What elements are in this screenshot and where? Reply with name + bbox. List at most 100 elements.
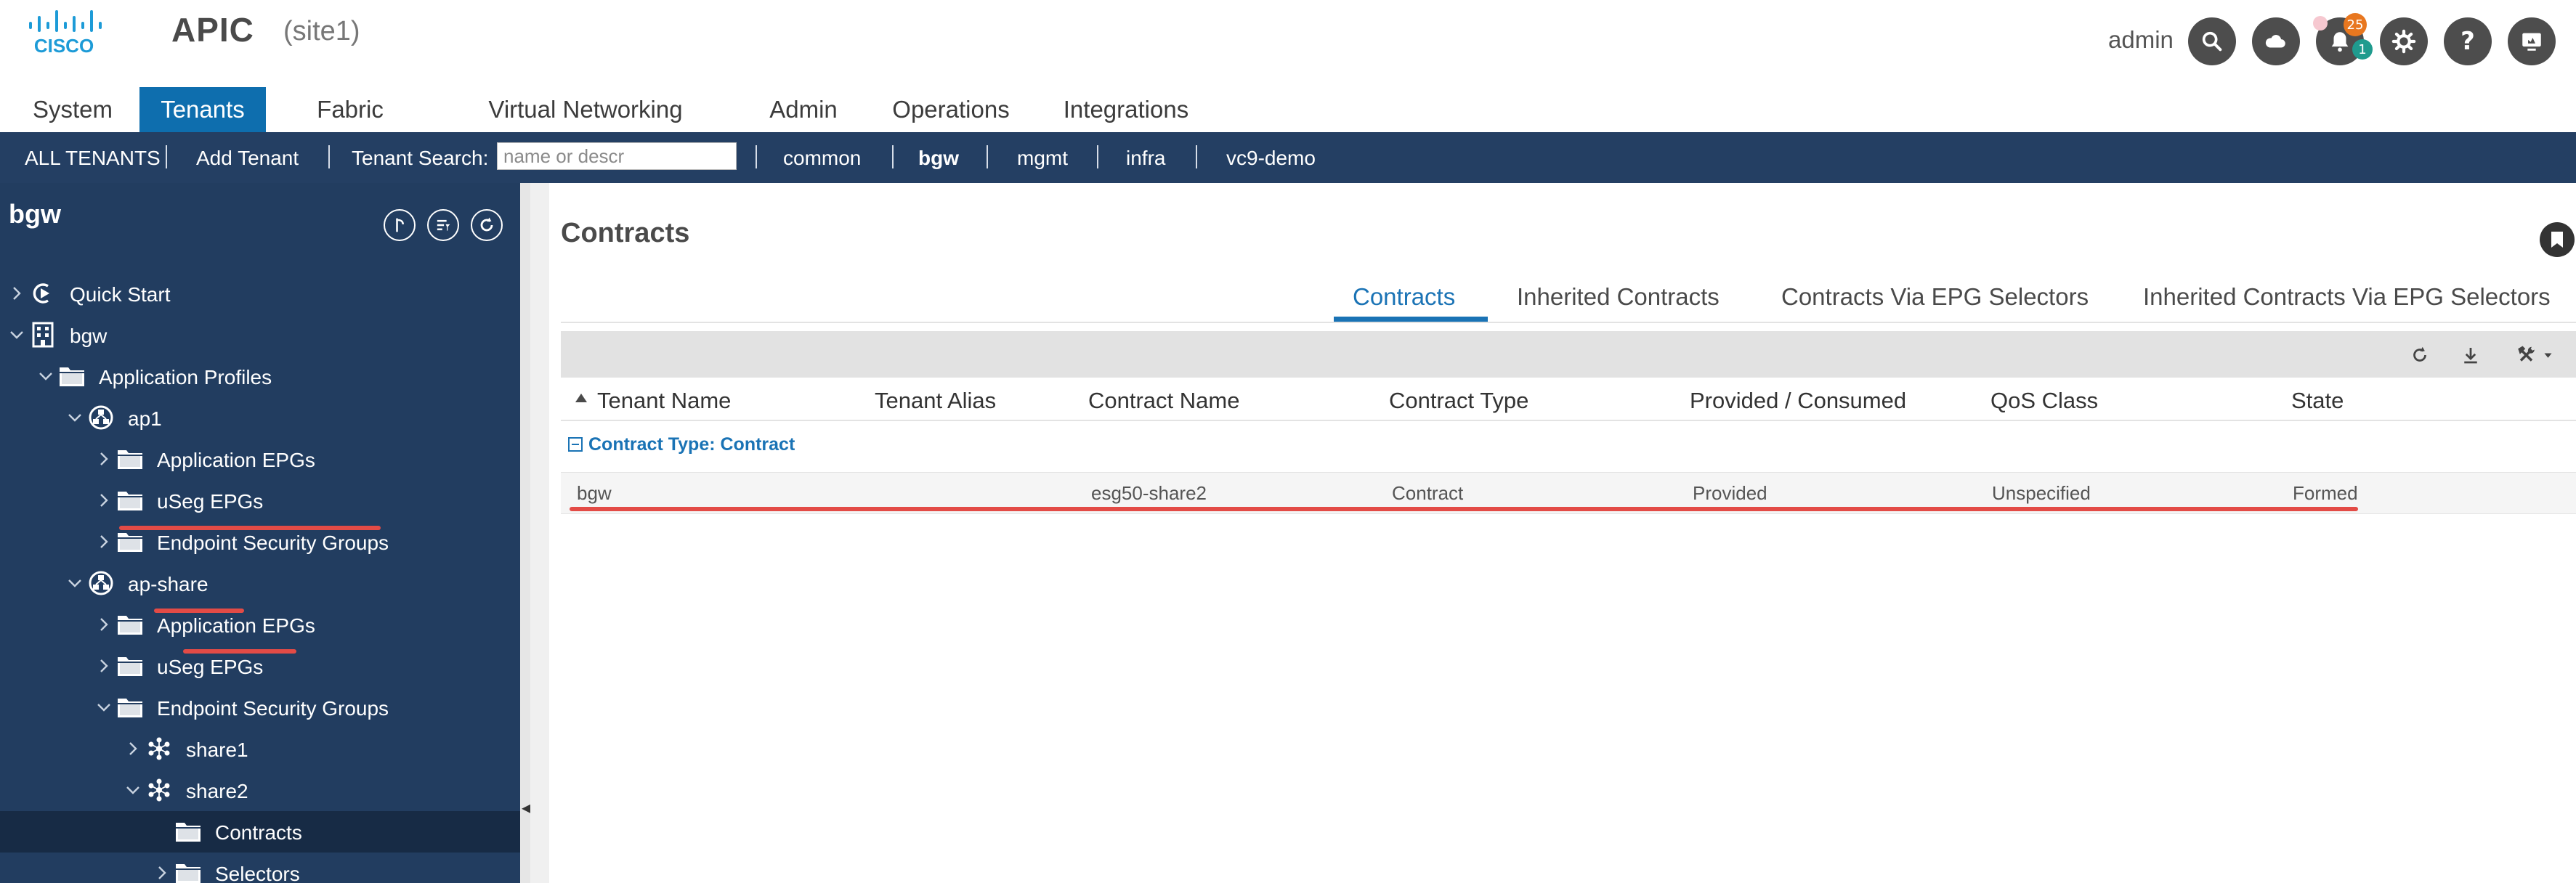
col-qos-class[interactable]: QoS Class	[1990, 388, 2098, 414]
alerts-count-badge: 25	[2344, 13, 2367, 36]
tree-item-endpoint-security-groups[interactable]: Endpoint Security Groups	[0, 687, 520, 728]
tenant-link-bgw[interactable]: bgw	[918, 147, 959, 170]
site-name: (site1)	[283, 16, 360, 46]
chevron-down-icon[interactable]	[96, 697, 112, 713]
tree-item-application-profiles[interactable]: Application Profiles	[0, 356, 520, 397]
tools-menu-icon[interactable]	[2515, 344, 2556, 366]
col-tenant-name[interactable]: Tenant Name	[597, 388, 731, 414]
chevron-down-icon[interactable]	[9, 325, 25, 341]
tree-item-selectors[interactable]: Selectors	[0, 853, 520, 883]
navigation-sidebar: bgw Quick Start bgw Application Profiles ap…	[0, 183, 520, 883]
app-header: CISCO APIC (site1) admin 25 1 ? System T…	[0, 0, 2576, 132]
tree-item-label: Application EPGs	[157, 449, 315, 471]
chevron-down-icon[interactable]	[67, 407, 83, 423]
tenant-link-infra[interactable]: infra	[1126, 147, 1165, 170]
tab-operations[interactable]: Operations	[882, 87, 1020, 132]
tree-item-ap-share[interactable]: ap-share	[0, 563, 520, 604]
sort-ascending-icon[interactable]	[575, 394, 587, 402]
download-icon[interactable]	[2460, 344, 2482, 366]
tree-item-label: uSeg EPGs	[157, 490, 264, 513]
folder-icon	[174, 860, 202, 883]
tab-divider	[561, 322, 2576, 323]
tenant-link-mgmt[interactable]: mgmt	[1017, 147, 1068, 170]
all-tenants-link[interactable]: ALL TENANTS	[25, 147, 161, 170]
tenant-subnav: ALL TENANTS Add Tenant Tenant Search: co…	[0, 132, 2576, 183]
tab-virtual-networking[interactable]: Virtual Networking	[472, 87, 699, 132]
display-button[interactable]	[2508, 17, 2556, 65]
chevron-right-icon[interactable]	[125, 738, 141, 755]
col-provided-consumed[interactable]: Provided / Consumed	[1690, 388, 1906, 414]
chevron-down-icon[interactable]	[38, 366, 54, 382]
tree-item-label: Contracts	[215, 821, 302, 844]
chevron-right-icon[interactable]	[96, 490, 112, 507]
cloud-button[interactable]	[2252, 17, 2300, 65]
chevron-right-icon[interactable]	[154, 863, 170, 879]
col-tenant-alias[interactable]: Tenant Alias	[875, 388, 996, 414]
tree-item-label: Application Profiles	[99, 366, 272, 388]
folder-icon	[58, 363, 86, 389]
display-icon	[2522, 33, 2541, 51]
tree-item-label: bgw	[70, 325, 108, 347]
tree-item-label: Application EPGs	[157, 614, 315, 637]
tree-item-bgw[interactable]: bgw	[0, 314, 520, 356]
search-icon	[2202, 31, 2222, 52]
chevron-right-icon[interactable]	[96, 532, 112, 548]
chevron-right-icon[interactable]	[9, 283, 25, 300]
tab-system[interactable]: System	[22, 87, 123, 132]
subnav-divider	[1196, 145, 1197, 168]
tab-integrations[interactable]: Integrations	[1053, 87, 1199, 132]
settings-button[interactable]	[2380, 17, 2428, 65]
search-button[interactable]	[2188, 17, 2236, 65]
chevron-right-icon[interactable]	[96, 614, 112, 631]
tree-item-application-epgs[interactable]: Application EPGs	[0, 439, 520, 480]
cell-state: Formed	[2293, 482, 2358, 504]
tab-fabric[interactable]: Fabric	[302, 87, 398, 132]
tree-item-quick-start[interactable]: Quick Start	[0, 273, 520, 314]
col-state[interactable]: State	[2291, 388, 2344, 414]
bookmark-button[interactable]	[2540, 222, 2575, 257]
folder-icon	[116, 487, 144, 513]
tenant-link-common[interactable]: common	[783, 147, 861, 170]
cell-contract-name: esg50-share2	[1091, 482, 1207, 504]
col-contract-name[interactable]: Contract Name	[1088, 388, 1239, 414]
tree-item-share1[interactable]: share1	[0, 728, 520, 770]
esg-icon	[145, 736, 173, 762]
refresh-icon[interactable]	[2409, 344, 2431, 366]
chevron-right-icon[interactable]	[96, 449, 112, 465]
tab-inherited-contracts[interactable]: Inherited Contracts	[1517, 283, 1720, 311]
tree-item-contracts[interactable]: Contracts	[0, 811, 520, 853]
col-contract-type[interactable]: Contract Type	[1389, 388, 1528, 414]
subnav-divider	[987, 145, 988, 168]
history-button[interactable]	[384, 209, 416, 241]
page-title: Contracts	[561, 218, 690, 248]
tree-item-application-epgs[interactable]: Application EPGs	[0, 604, 520, 646]
add-tenant-link[interactable]: Add Tenant	[196, 147, 299, 170]
subnav-divider	[166, 145, 167, 168]
tree-item-label: Quick Start	[70, 283, 171, 306]
sidebar-resize-handle[interactable]: ◀	[520, 183, 532, 883]
tab-contracts[interactable]: Contracts	[1353, 283, 1455, 311]
tree-item-useg-epgs[interactable]: uSeg EPGs	[0, 480, 520, 521]
header-divider	[561, 420, 2576, 421]
tenant-link-vc9-demo[interactable]: vc9-demo	[1226, 147, 1316, 170]
tree-item-share2[interactable]: share2	[0, 770, 520, 811]
sidebar-title: bgw	[9, 199, 61, 229]
tree-item-ap1[interactable]: ap1	[0, 397, 520, 439]
help-button[interactable]: ?	[2444, 17, 2492, 65]
tab-contracts-via-epg-selectors[interactable]: Contracts Via EPG Selectors	[1781, 283, 2089, 311]
user-menu[interactable]: admin	[2108, 26, 2174, 54]
chevron-down-icon[interactable]	[125, 780, 141, 796]
tab-admin[interactable]: Admin	[760, 87, 847, 132]
chevron-down-icon[interactable]	[67, 573, 83, 589]
filter-button[interactable]	[427, 209, 459, 241]
chevron-right-icon[interactable]	[96, 656, 112, 672]
tab-tenants[interactable]: Tenants	[139, 87, 266, 132]
tab-inherited-contracts-via-epg-selectors[interactable]: Inherited Contracts Via EPG Selectors	[2143, 283, 2551, 311]
refresh-tree-button[interactable]	[471, 209, 503, 241]
tenant-search-input[interactable]	[497, 142, 737, 170]
tree-item-label: share1	[186, 738, 248, 761]
annotation-underline	[154, 609, 244, 613]
notification-dot	[2313, 16, 2328, 30]
collapse-group-icon[interactable]	[568, 437, 583, 452]
group-label: Contract Type: Contract	[588, 434, 795, 455]
